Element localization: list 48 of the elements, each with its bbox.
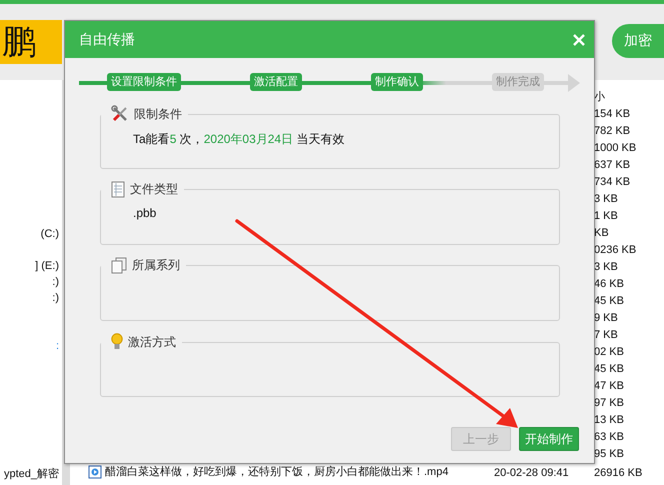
document-icon xyxy=(111,181,125,198)
table-cell-text: 26916 KB xyxy=(594,466,644,480)
folder-tree-item[interactable]: ypted_解密 xyxy=(4,466,59,482)
table-cell-text: 20-02-28 09:41 xyxy=(494,466,570,480)
table-cell-text: 45 KB xyxy=(594,362,625,377)
table-cell-text: 1 KB xyxy=(594,209,619,224)
table-cell-text: 3 KB xyxy=(594,192,619,207)
table-cell-text: KB xyxy=(594,226,610,241)
table-cell-text: 637 KB xyxy=(594,158,632,173)
video-file-icon xyxy=(88,464,102,478)
table-cell-text: 63 KB xyxy=(594,430,625,445)
table-cell-text: 3 KB xyxy=(594,260,619,275)
table-cell-text: 47 KB xyxy=(594,379,625,394)
section-text: Ta能看5 次，2020年03月24日 当天有效 xyxy=(133,132,344,146)
table-cell-text: 45 KB xyxy=(594,294,625,309)
table-cell-text: 1000 KB xyxy=(594,141,638,156)
group-title: 限制条件 xyxy=(134,106,182,122)
folder-tree-item[interactable]: :) xyxy=(52,274,59,290)
table-cell-text: 0236 KB xyxy=(594,243,638,258)
table-cell-text: 13 KB xyxy=(594,413,625,428)
tools-icon xyxy=(111,105,129,123)
dialog-title: 自由传播 xyxy=(79,30,135,48)
section-text: .pbb xyxy=(133,206,156,220)
table-cell-text: 97 KB xyxy=(594,396,625,411)
folder-tree-item[interactable]: ] (E:) xyxy=(35,258,59,274)
step-label: 设置限制条件 xyxy=(107,73,181,91)
step-label: 激活配置 xyxy=(250,73,302,91)
light-bulb-icon xyxy=(111,333,123,351)
group-title: 所属系列 xyxy=(132,257,180,274)
documents-icon xyxy=(111,257,127,274)
table-cell-text: 7 KB xyxy=(594,328,619,343)
logo: 鹏 xyxy=(0,20,62,64)
table-cell-text: 95 KB xyxy=(594,447,625,462)
folder-tree-item[interactable]: (C:) xyxy=(40,226,59,242)
folder-tree-item[interactable]: : xyxy=(56,338,59,354)
group-title: 激活方式 xyxy=(128,334,176,350)
table-cell-text: 46 KB xyxy=(594,277,625,292)
step-label: 制作确认 xyxy=(371,73,423,91)
table-cell-text: 734 KB xyxy=(594,175,632,190)
close-icon[interactable] xyxy=(573,34,585,46)
step-label: 制作完成 xyxy=(492,73,544,91)
arrowhead-icon xyxy=(568,74,580,92)
group-title: 文件类型 xyxy=(130,181,178,198)
table-cell-text: 782 KB xyxy=(594,124,632,139)
column-header[interactable]: 小 xyxy=(594,89,664,106)
folder-tree-item[interactable]: :) xyxy=(52,290,59,306)
table-cell-text: 154 KB xyxy=(594,107,632,122)
table-cell-text: 醋溜白菜这样做，好吃到爆，还特别下饭，厨房小白都能做出来！.mp4 xyxy=(105,464,448,480)
